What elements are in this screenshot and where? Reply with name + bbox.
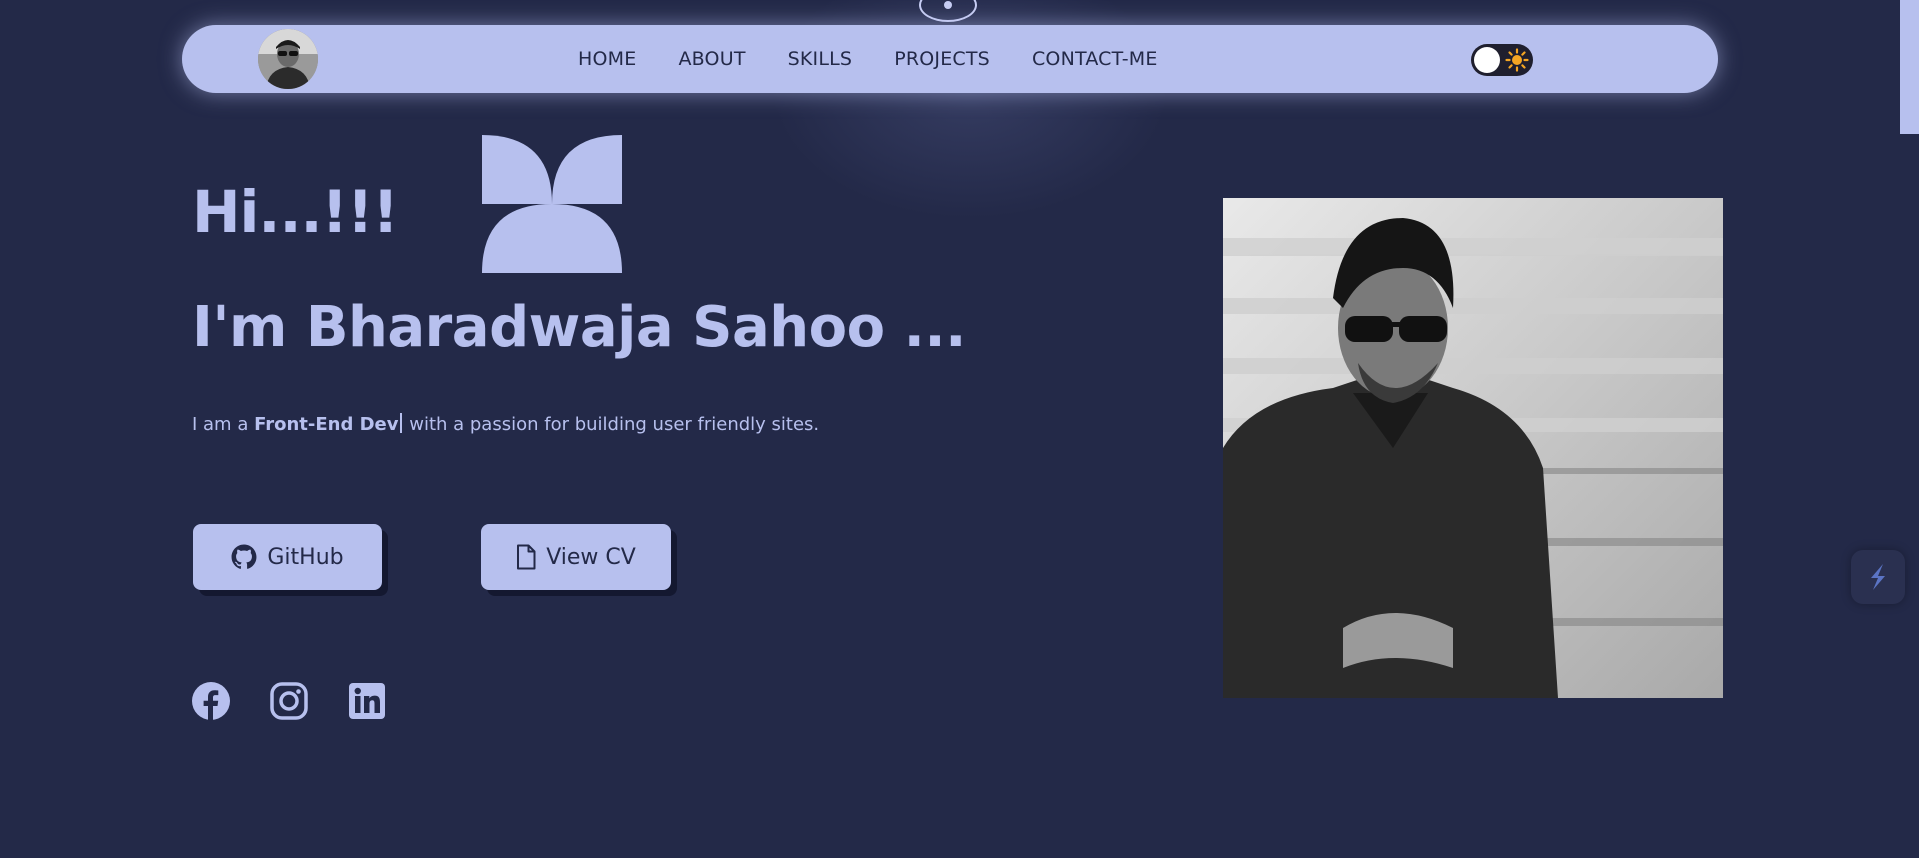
nav-contact-me[interactable]: CONTACT-ME — [1032, 48, 1158, 70]
lamp-decoration — [919, 0, 977, 22]
file-icon — [517, 544, 536, 570]
side-widget-button[interactable] — [1851, 550, 1905, 604]
social-links — [191, 681, 425, 721]
linkedin-icon[interactable] — [347, 681, 387, 721]
tagline-suffix: with a passion for building user friendl… — [403, 414, 820, 435]
pinwheel-logo — [482, 135, 622, 273]
toggle-knob — [1474, 47, 1500, 73]
hero-name: I'm Bharadwaja Sahoo ... — [192, 295, 966, 360]
sun-icon — [1505, 48, 1529, 72]
github-button[interactable]: GitHub — [193, 524, 382, 590]
nav-home[interactable]: HOME — [578, 48, 636, 70]
profile-photo-image — [1223, 198, 1723, 698]
profile-photo — [1223, 198, 1723, 698]
navbar: HOME ABOUT SKILLS PROJECTS CONTACT-ME — [182, 25, 1718, 93]
scrollbar-thumb[interactable] — [1900, 0, 1919, 134]
nav-projects[interactable]: PROJECTS — [894, 48, 990, 70]
view-cv-button-label: View CV — [546, 544, 636, 570]
lightning-icon — [1871, 564, 1885, 590]
tagline-role: Front-End Dev — [254, 414, 399, 435]
instagram-icon[interactable] — [269, 681, 309, 721]
avatar[interactable] — [258, 29, 318, 89]
theme-toggle[interactable] — [1471, 44, 1533, 76]
typing-cursor — [399, 413, 402, 433]
view-cv-button[interactable]: View CV — [481, 524, 671, 590]
page: HOME ABOUT SKILLS PROJECTS CONTACT-ME Hi… — [0, 0, 1919, 858]
nav-skills[interactable]: SKILLS — [788, 48, 853, 70]
tagline-prefix: I am a — [192, 414, 255, 435]
nav-links: HOME ABOUT SKILLS PROJECTS CONTACT-ME — [578, 25, 1200, 93]
github-button-label: GitHub — [267, 544, 344, 570]
hero-greeting: Hi...!!! — [192, 178, 399, 246]
nav-about[interactable]: ABOUT — [678, 48, 745, 70]
avatar-image — [258, 29, 318, 89]
github-icon — [231, 544, 257, 569]
facebook-icon[interactable] — [191, 681, 231, 721]
hero-tagline: I am a Front-End Dev with a passion for … — [192, 413, 819, 435]
